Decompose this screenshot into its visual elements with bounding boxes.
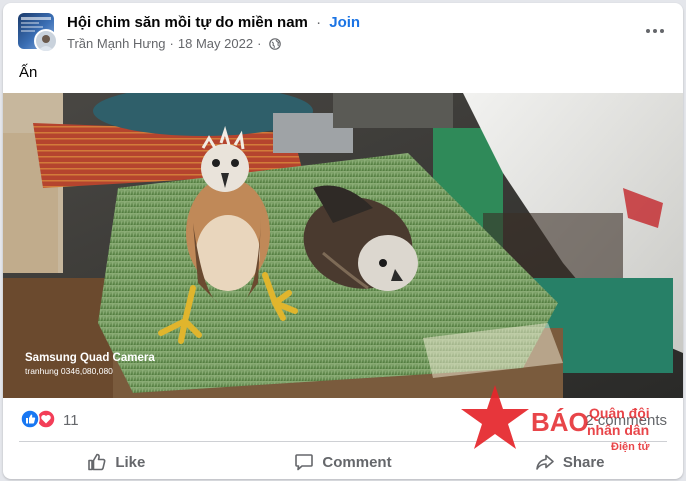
- title-separator: ·: [316, 14, 322, 31]
- svg-text:Quân đội: Quân đội: [589, 405, 650, 421]
- author-link[interactable]: Trần Mạnh Hưng: [67, 36, 166, 51]
- svg-text:BÁO: BÁO: [531, 407, 589, 437]
- like-outline-icon: [87, 452, 107, 472]
- svg-text:Điện tử: Điện tử: [611, 441, 650, 453]
- meta-row: Trần Mạnh Hưng · 18 May 2022 ·: [67, 36, 282, 51]
- dot-icon: [653, 29, 657, 33]
- svg-text:nhân dân: nhân dân: [587, 422, 649, 438]
- camera-sub-label: tranhung 0346,080,080: [25, 366, 113, 376]
- meta-separator-2: ·: [257, 36, 262, 51]
- like-icon: [20, 409, 40, 429]
- avatar[interactable]: [34, 29, 58, 53]
- post-header: Hội chim săn mồi tự do miền nam · Join T…: [3, 3, 683, 61]
- camera-label: Samsung Quad Camera: [25, 352, 155, 364]
- group-name-link[interactable]: Hội chim săn mồi tự do miền nam: [67, 14, 308, 31]
- post-date[interactable]: 18 May 2022: [178, 36, 253, 51]
- join-button[interactable]: Join: [329, 14, 360, 31]
- dot-icon: [660, 29, 664, 33]
- more-options-button[interactable]: [643, 21, 667, 41]
- post-photo[interactable]: Samsung Quad Camera tranhung 0346,080,08…: [3, 93, 683, 398]
- comment-icon: [294, 452, 314, 472]
- like-button[interactable]: Like: [3, 445, 230, 479]
- comment-button[interactable]: Comment: [230, 445, 457, 479]
- reaction-icons[interactable]: [19, 409, 59, 429]
- dot-icon: [646, 29, 650, 33]
- comment-label: Comment: [322, 453, 392, 471]
- newspaper-watermark-logo: BÁO Quân đội nhân dân Điện tử: [459, 383, 683, 458]
- post-card: Hội chim săn mồi tự do miền nam · Join T…: [3, 3, 683, 479]
- reaction-count[interactable]: 11: [63, 412, 79, 429]
- post-text: Ấn: [19, 64, 38, 81]
- like-label: Like: [115, 453, 146, 471]
- globe-icon: [269, 37, 282, 50]
- title-row: Hội chim săn mồi tự do miền nam · Join: [67, 14, 360, 31]
- avatar-group[interactable]: [18, 13, 58, 53]
- meta-separator: ·: [169, 36, 174, 51]
